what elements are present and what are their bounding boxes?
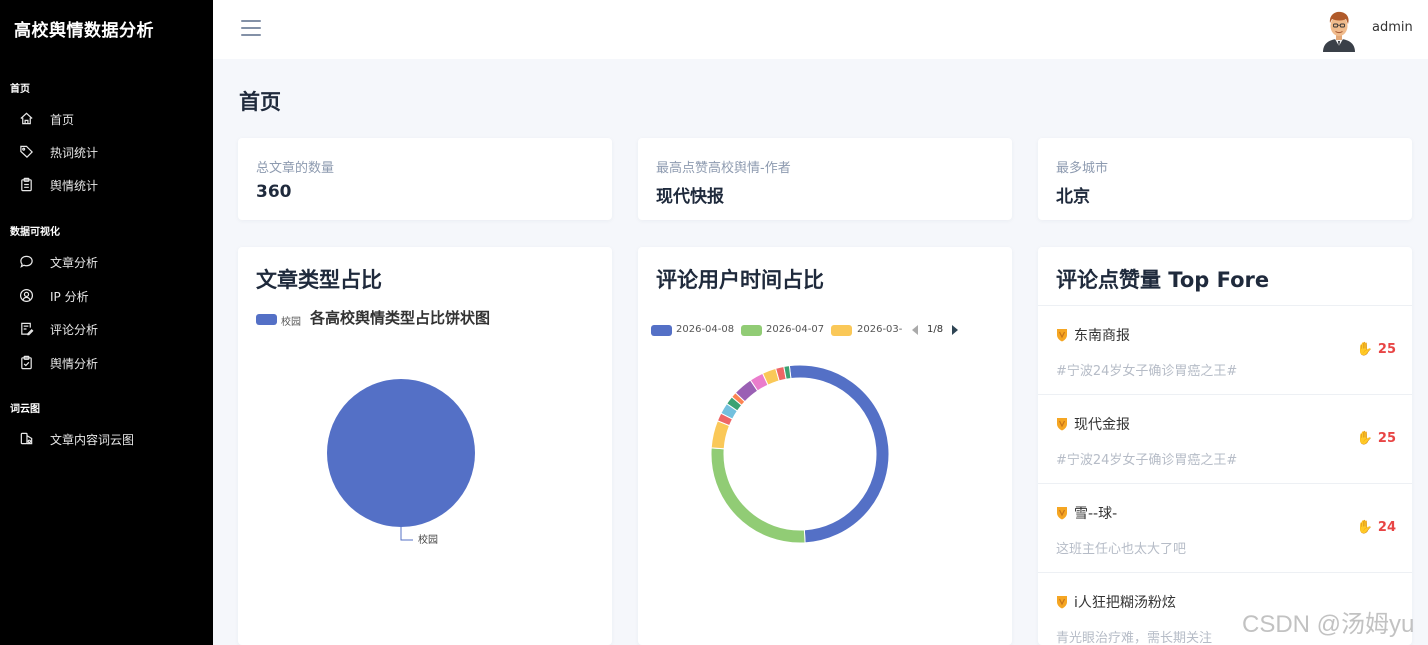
top-item-text: #宁波24岁女子确诊胃癌之王#	[1056, 453, 1238, 468]
app-title: 高校舆情数据分析	[14, 21, 154, 41]
top-item-likes-count: 25	[1377, 431, 1396, 446]
thumbs-up-icon: ✋	[1356, 431, 1373, 446]
top-item-text: 这班主任心也太大了吧	[1056, 542, 1187, 557]
sidebar-item-hotwords[interactable]: 热词统计	[0, 138, 213, 166]
sidebar-item-label: 首页	[50, 113, 75, 127]
top-item-text: #宁波24岁女子确诊胃癌之王#	[1056, 364, 1238, 379]
top-item-name-text: 现代金报	[1074, 417, 1130, 433]
top-item-name-text: i人狂把糊汤粉炫	[1074, 595, 1176, 611]
checklist-icon	[21, 355, 32, 370]
article-type-card: 文章类型占比 校园 各高校舆情类型占比饼状图 校园	[238, 247, 612, 645]
medal-icon	[1057, 507, 1067, 520]
shapes-icon	[20, 432, 33, 445]
nav-group-title-wordcloud: 词云图	[10, 404, 40, 415]
top-item-name[interactable]: i人狂把糊汤粉炫	[1056, 592, 1176, 612]
stat-value: 现代快报	[656, 187, 724, 207]
sidebar-item-home[interactable]: 首页	[0, 105, 213, 133]
top-bar: admin	[213, 0, 1428, 59]
nav-group-title-home: 首页	[10, 84, 30, 95]
menu-toggle-icon[interactable]	[241, 19, 263, 37]
avatar[interactable]	[1319, 10, 1359, 52]
card-title: 评论点赞量 Top Fore	[1056, 268, 1270, 292]
pie-label-line	[400, 527, 413, 541]
stat-value: 360	[256, 182, 292, 202]
donut-slice[interactable]	[788, 364, 890, 544]
stat-value: 北京	[1056, 187, 1090, 207]
top-item-name-text: 雪--球-	[1074, 506, 1118, 522]
stat-label: 总文章的数量	[256, 161, 335, 176]
top-item-name-text: 东南商报	[1074, 328, 1130, 344]
top-item-likes: ✋ 24	[1357, 520, 1396, 535]
stat-card-top-author: 最高点赞高校舆情-作者 现代快报	[638, 138, 1012, 220]
pie-slice-label: 校园	[418, 533, 438, 546]
comment-time-donut-chart	[710, 364, 890, 544]
comment-time-card: 评论用户时间占比 2026-04-08 2026-04-07 2026-03- …	[638, 247, 1012, 645]
top-item-likes: ✋ 25	[1357, 342, 1396, 357]
medal-icon	[1057, 418, 1067, 431]
top-item-name[interactable]: 现代金报	[1056, 414, 1130, 434]
top-item-name[interactable]: 雪--球-	[1056, 503, 1117, 523]
user-circle-icon	[19, 288, 34, 303]
sidebar-item-ip-analysis[interactable]: IP 分析	[0, 282, 213, 310]
sidebar-item-article-analysis[interactable]: 文章分析	[0, 248, 213, 276]
top-item-name[interactable]: 东南商报	[1056, 325, 1130, 345]
medal-icon	[1057, 329, 1067, 342]
sidebar-item-label: 文章内容词云图	[50, 433, 135, 447]
sidebar-item-opinion-stats[interactable]: 舆情统计	[0, 171, 213, 199]
nav-group-title-visualization: 数据可视化	[10, 227, 60, 238]
divider	[1038, 572, 1412, 573]
sidebar-item-label: 文章分析	[50, 256, 99, 270]
user-name[interactable]: admin	[1372, 20, 1413, 35]
sidebar-item-sentiment-analysis[interactable]: 舆情分析	[0, 349, 213, 377]
stat-card-total-articles: 总文章的数量 360	[238, 138, 612, 220]
thumbs-up-icon: ✋	[1356, 342, 1373, 357]
edit-note-icon	[21, 322, 34, 336]
divider	[1038, 305, 1412, 306]
article-type-pie-chart: 校园	[327, 379, 475, 546]
sidebar-item-label: 热词统计	[50, 146, 99, 160]
thumbs-up-icon: ✋	[1356, 520, 1373, 535]
sidebar-item-label: 评论分析	[50, 323, 99, 337]
top-item-likes-count: 24	[1377, 520, 1396, 535]
pie-slice-campus[interactable]	[327, 379, 475, 527]
clipboard-icon	[21, 177, 32, 192]
tag-icon	[20, 145, 33, 158]
divider	[1038, 394, 1412, 395]
sidebar: 高校舆情数据分析 首页 首页 热词统计 舆情统计 数据可视化 文章分析 IP 分…	[0, 0, 213, 645]
stat-card-top-city: 最多城市 北京	[1038, 138, 1412, 220]
watermark: CSDN @汤姆yu	[1242, 611, 1415, 638]
stat-label: 最高点赞高校舆情-作者	[656, 161, 791, 176]
top-likes-card: 评论点赞量 Top Fore 东南商报 #宁波24岁女子确诊胃癌之王# ✋ 25…	[1038, 247, 1412, 645]
medal-icon	[1057, 596, 1067, 609]
home-icon	[20, 112, 33, 125]
chat-bubble-icon	[20, 255, 33, 268]
sidebar-item-comment-analysis[interactable]: 评论分析	[0, 315, 213, 343]
sidebar-item-wordcloud[interactable]: 文章内容词云图	[0, 425, 213, 453]
top-item-likes: ✋ 25	[1357, 431, 1396, 446]
sidebar-item-label: 舆情分析	[50, 357, 99, 371]
top-item-text: 青光眼治疗难，需长期关注	[1056, 631, 1213, 645]
page-title: 首页	[239, 90, 281, 114]
top-item-likes-count: 25	[1377, 342, 1396, 357]
divider	[1038, 483, 1412, 484]
sidebar-item-label: 舆情统计	[50, 179, 99, 193]
donut-slice[interactable]	[710, 447, 806, 544]
sidebar-item-label: IP 分析	[50, 290, 89, 304]
stat-label: 最多城市	[1056, 161, 1109, 176]
